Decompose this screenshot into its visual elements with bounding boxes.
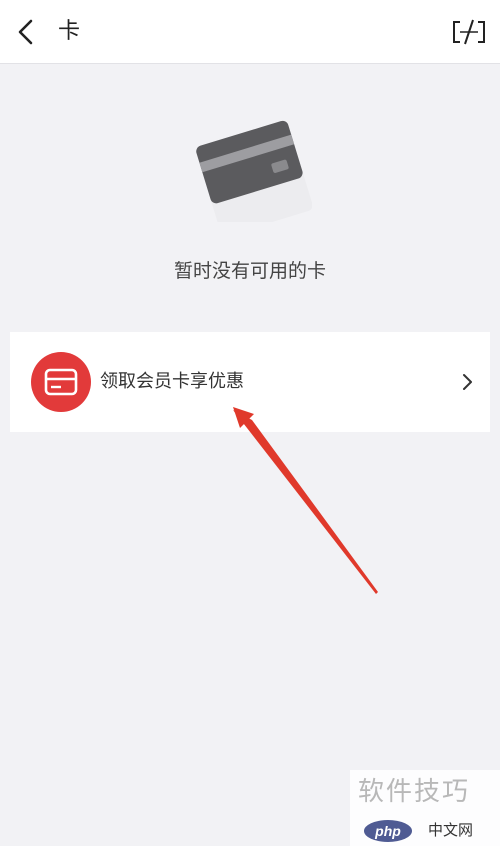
member-card-icon-circle xyxy=(31,352,91,412)
claim-member-card-row[interactable]: 领取会员卡享优惠 xyxy=(10,332,490,432)
card-page: 卡 暂时没有可用的卡 领取会员卡享优惠 软件技巧 php 中文网 xyxy=(0,0,500,846)
chevron-right-icon xyxy=(463,374,472,390)
svg-text:php: php xyxy=(374,823,401,839)
chevron-left-icon xyxy=(18,19,33,45)
card-icon xyxy=(44,368,78,396)
php-logo: php xyxy=(364,820,412,842)
top-navbar: 卡 xyxy=(0,0,500,64)
scan-icon xyxy=(453,19,485,45)
watermark-subtext: 中文网 xyxy=(428,821,474,839)
page-title: 卡 xyxy=(58,19,81,44)
watermark: 软件技巧 php 中文网 xyxy=(350,770,500,846)
watermark-text: 软件技巧 xyxy=(358,777,471,807)
back-button[interactable] xyxy=(10,12,50,52)
empty-state-message: 暂时没有可用的卡 xyxy=(173,260,326,282)
scan-button[interactable] xyxy=(450,14,488,50)
member-card-label: 领取会员卡享优惠 xyxy=(100,371,244,392)
bank-card-icon xyxy=(188,112,313,236)
